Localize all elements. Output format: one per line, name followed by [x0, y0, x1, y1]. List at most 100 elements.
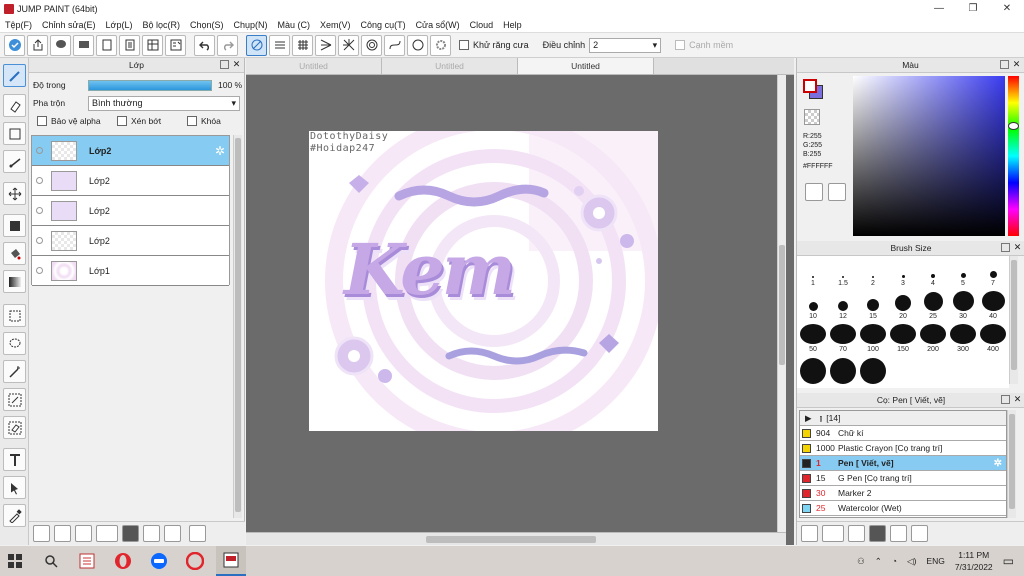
visibility-icon[interactable] [36, 177, 43, 184]
opera-gx-icon[interactable] [180, 546, 210, 576]
fill-rect-tool-icon[interactable] [3, 214, 26, 237]
layer-row[interactable]: Lớp2 [32, 166, 229, 196]
search-icon[interactable] [36, 546, 66, 576]
brush-size-cell[interactable]: 20 [888, 291, 918, 320]
undock-icon[interactable] [1000, 60, 1009, 69]
brush-size-cell[interactable]: 1 [798, 258, 828, 287]
brush-size-cell[interactable]: 30 [948, 291, 978, 320]
doc-tab[interactable]: Untitled [382, 58, 518, 74]
select-pen-tool-icon[interactable] [3, 388, 26, 411]
visibility-icon[interactable] [36, 207, 43, 214]
gradient-tool-icon[interactable] [3, 270, 26, 293]
close-icon[interactable]: ✕ [232, 60, 241, 69]
lasso-tool-icon[interactable] [3, 332, 26, 355]
operation-tool-icon[interactable] [3, 476, 26, 499]
brush-size-cell[interactable]: 100 [858, 324, 888, 353]
line-tool-icon[interactable] [3, 150, 26, 173]
brush-row[interactable]: 15 G Pen [Cọ trang trí] [800, 471, 1006, 486]
brush-folder-row[interactable]: ▶ ⫾ [14] [800, 411, 1006, 426]
panel-layout-icon[interactable] [142, 34, 163, 56]
brush-size-cell[interactable]: 300 [948, 324, 978, 353]
close-icon[interactable]: ✕ [1013, 243, 1022, 252]
canvas-horizontal-scrollbar[interactable] [246, 532, 786, 545]
new-layer-icon[interactable] [33, 525, 50, 542]
brush-row[interactable]: 25 Watercolor (Wet) [800, 501, 1006, 516]
notification-icon[interactable]: ▭ [1003, 554, 1014, 568]
hue-slider[interactable] [1008, 76, 1019, 236]
doc-tab[interactable]: Untitled [246, 58, 382, 74]
speech-bubble-icon[interactable] [50, 34, 71, 56]
menu-layer[interactable]: Lớp(L) [101, 20, 138, 30]
undock-icon[interactable] [220, 60, 229, 69]
menu-file[interactable]: Tệp(F) [0, 20, 37, 30]
brush-size-cell[interactable]: 2 [858, 258, 888, 287]
close-icon[interactable]: ✕ [1013, 395, 1022, 404]
brush-size-cell[interactable]: 1.5 [828, 258, 858, 287]
folder-icon[interactable] [869, 525, 886, 542]
palette-settings-icon[interactable] [828, 183, 846, 201]
blend-mode-select[interactable]: Bình thường ▾ [88, 95, 240, 111]
trash-icon[interactable] [911, 525, 928, 542]
windows-start-icon[interactable] [0, 546, 30, 576]
gear-icon[interactable]: ✲ [994, 458, 1002, 469]
brush-row[interactable]: 1000 Plastic Crayon [Cọ trang trí] [800, 441, 1006, 456]
layer-row[interactable]: Lớp2 [32, 226, 229, 256]
circle-snap-icon[interactable] [407, 34, 428, 56]
undock-icon[interactable] [1001, 243, 1010, 252]
close-icon[interactable]: ✕ [1012, 60, 1021, 69]
soft-edge-checkbox[interactable] [675, 40, 686, 50]
visibility-icon[interactable] [36, 267, 43, 274]
brush-size-cell[interactable]: 70 [828, 324, 858, 353]
brush-size-scrollbar[interactable] [1009, 256, 1018, 384]
add-brush-icon[interactable] [822, 525, 844, 542]
jump-paint-taskbar-icon[interactable] [216, 546, 246, 576]
move-tool-icon[interactable] [3, 182, 26, 205]
brush-size-cell[interactable] [858, 357, 888, 386]
brush-size-cell[interactable]: 50 [798, 324, 828, 353]
text-tool-icon[interactable] [3, 448, 26, 471]
brush-size-cell[interactable]: 7 [978, 258, 1008, 287]
eyedropper-tool-icon[interactable] [3, 504, 26, 527]
menu-select[interactable]: Chọn(S) [185, 20, 229, 30]
focus-lines-icon[interactable] [338, 34, 359, 56]
shape-tool-icon[interactable] [3, 122, 26, 145]
bucket-tool-icon[interactable] [3, 242, 26, 265]
page-icon[interactable] [96, 34, 117, 56]
store-app-icon[interactable] [72, 546, 102, 576]
artwork-canvas[interactable]: DotothyDaisy #Hoidap247 Kem [309, 131, 658, 431]
brush-size-cell[interactable]: 150 [888, 324, 918, 353]
transparent-swatch[interactable] [804, 109, 820, 125]
menu-capture[interactable]: Chụp(N) [229, 20, 273, 30]
comment-icon[interactable] [73, 34, 94, 56]
menu-color[interactable]: Màu (C) [273, 20, 316, 30]
zalo-icon[interactable] [144, 546, 174, 576]
new-8bit-layer-icon[interactable] [54, 525, 71, 542]
select-eraser-tool-icon[interactable] [3, 416, 26, 439]
brush-list-scrollbar[interactable] [1007, 410, 1016, 518]
layer-row[interactable]: Lớp2 ✲ [32, 136, 229, 166]
new-1bit-layer-icon[interactable] [75, 525, 92, 542]
chevron-up-icon[interactable]: ⌃ [875, 556, 882, 567]
duplicate-icon[interactable] [890, 525, 907, 542]
menu-help[interactable]: Help [498, 20, 527, 30]
parallel-lines-icon[interactable] [269, 34, 290, 56]
close-button[interactable]: ✕ [990, 0, 1024, 17]
brush-size-cell[interactable]: 12 [828, 291, 858, 320]
brush-settings-icon[interactable] [801, 525, 818, 542]
visibility-icon[interactable] [36, 147, 43, 154]
brush-size-cell[interactable]: 3 [888, 258, 918, 287]
brush-size-cell[interactable] [798, 357, 828, 386]
duplicate-layer-icon[interactable] [143, 525, 160, 542]
brush-row[interactable]: 30 Marker 2 [800, 486, 1006, 501]
brush-size-cell[interactable]: 25 [918, 291, 948, 320]
undo-icon[interactable] [194, 34, 215, 56]
export-icon[interactable] [27, 34, 48, 56]
minimize-button[interactable]: — [922, 0, 956, 17]
clipping-checkbox[interactable] [117, 116, 127, 126]
concentric-icon[interactable] [361, 34, 382, 56]
redo-icon[interactable] [217, 34, 238, 56]
palette-icon[interactable] [805, 183, 823, 201]
opera-icon[interactable] [108, 546, 138, 576]
protect-alpha-checkbox[interactable] [37, 116, 47, 126]
settings-icon[interactable] [430, 34, 451, 56]
